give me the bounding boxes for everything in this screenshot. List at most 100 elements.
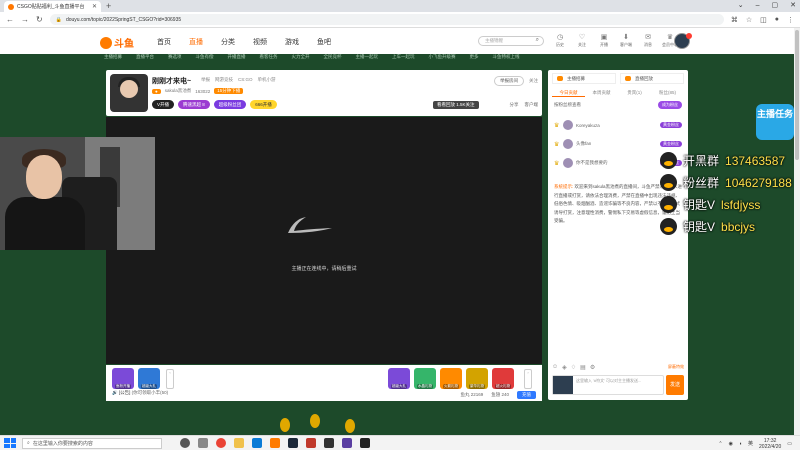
- subnav-item[interactable]: 上车一起玩: [392, 54, 415, 62]
- reload-icon[interactable]: ↻: [36, 15, 43, 24]
- gift-scroll-right[interactable]: ›: [524, 369, 532, 389]
- fan-badge-icon[interactable]: ♢: [571, 364, 576, 371]
- video-player[interactable]: 主播正在连线中，请稍后重试: [106, 117, 542, 364]
- clock[interactable]: 17:32 2022/4/20: [759, 438, 781, 450]
- messages-button[interactable]: ✉ 消息: [641, 33, 655, 48]
- gift-item[interactable]: 水晶礼物: [414, 368, 436, 389]
- chevron-down-icon[interactable]: ⌄: [738, 0, 744, 12]
- recruit-tab[interactable]: 主播招募: [552, 73, 616, 84]
- subnav-item[interactable]: 斗鱼有偿: [196, 54, 214, 62]
- pill-vip[interactable]: V开播: [152, 100, 175, 109]
- nav-live[interactable]: 直播: [189, 37, 221, 47]
- gift-item[interactable]: 超级大礼: [388, 368, 410, 389]
- pill-rank[interactable]: 腾速黑超 8: [178, 100, 210, 109]
- close-tab-icon[interactable]: ✕: [92, 3, 97, 10]
- extension-icon[interactable]: ◫: [760, 16, 767, 24]
- follow-count[interactable]: 关注: [529, 78, 538, 84]
- search-input[interactable]: 主播锦鲤 ⌕: [478, 36, 544, 46]
- user-avatar[interactable]: [674, 33, 692, 49]
- pill-stream[interactable]: 666开播: [250, 100, 277, 109]
- scrollbar-thumb[interactable]: [795, 30, 799, 160]
- client-button[interactable]: ⬇ 客户端: [619, 33, 633, 48]
- notification-icon[interactable]: ▭: [787, 441, 792, 447]
- tab-vip[interactable]: 贵宾(1): [618, 88, 651, 97]
- url-field[interactable]: 🔒 douyu.com/topic/2022SpringST_CSGO?rid=…: [49, 14, 724, 25]
- report-link[interactable]: 举报: [201, 77, 210, 83]
- network-icon[interactable]: ◉: [729, 441, 733, 447]
- emoji-icon[interactable]: ☺: [552, 364, 558, 371]
- taskbar-search[interactable]: ⌕ 在这里输入你要搜索的内容: [22, 437, 162, 449]
- windows-start-icon[interactable]: [4, 438, 16, 448]
- subnav-item[interactable]: 小飞鱼升级赛: [429, 54, 456, 62]
- chrome-icon[interactable]: [216, 438, 226, 448]
- streamer-name[interactable]: sakula黑池煮: [165, 88, 192, 94]
- subcategory-link[interactable]: 单机小游: [258, 77, 276, 83]
- volume-icon[interactable]: ◖: [739, 441, 742, 447]
- app-icon[interactable]: [324, 438, 334, 448]
- gift-item[interactable]: 豪华礼物: [466, 368, 488, 389]
- image-icon[interactable]: ▤: [580, 364, 586, 371]
- obs-icon[interactable]: [360, 438, 370, 448]
- report-room-button[interactable]: 举报房间: [494, 76, 524, 86]
- folder-icon[interactable]: [234, 438, 244, 448]
- tab-today[interactable]: 今日贡献: [552, 88, 585, 97]
- gift-item[interactable]: 鱼粉开播: [112, 368, 134, 389]
- share-button[interactable]: 分享: [510, 102, 519, 108]
- settings-icon[interactable]: ⚙: [590, 364, 595, 371]
- subnav-item[interactable]: 直播平台: [136, 54, 154, 62]
- browser-tab[interactable]: CSGO贴贴福利_斗鱼直播平台 ✕: [4, 1, 101, 12]
- maximize-icon[interactable]: ▢: [772, 0, 779, 12]
- gift-item[interactable]: 火箭礼物: [440, 368, 462, 389]
- page-scrollbar[interactable]: [794, 28, 800, 435]
- app-icon[interactable]: [342, 438, 352, 448]
- subnav-item[interactable]: 开播直播: [228, 54, 246, 62]
- star-icon[interactable]: ☆: [746, 16, 752, 24]
- tray-arrow-icon[interactable]: ⌃: [718, 441, 722, 447]
- task-view-icon[interactable]: [198, 438, 208, 448]
- client-download-button[interactable]: 客户端: [525, 102, 539, 108]
- subnav-item[interactable]: 火力全开: [292, 54, 310, 62]
- replay-tag[interactable]: 看看回放 1.5K关注: [433, 101, 479, 109]
- search-icon[interactable]: ⌕: [536, 37, 539, 44]
- nav-home[interactable]: 首页: [157, 37, 189, 47]
- nav-fishbar[interactable]: 鱼吧: [317, 37, 349, 47]
- app-icon[interactable]: [252, 438, 262, 448]
- nav-games[interactable]: 游戏: [285, 37, 317, 47]
- tab-week[interactable]: 本周贡献: [585, 88, 618, 97]
- subnav-item[interactable]: 全民竞杯: [324, 54, 342, 62]
- subnav-item[interactable]: 主播招募: [104, 54, 122, 62]
- rank-row[interactable]: ♛ Koreyakuza 黄金粉丝: [554, 118, 682, 132]
- new-tab-icon[interactable]: +: [106, 1, 111, 11]
- cortana-icon[interactable]: [180, 438, 190, 448]
- follow-button[interactable]: ♡ 关注: [575, 33, 589, 48]
- recharge-button[interactable]: 充值: [517, 391, 536, 399]
- rank-row[interactable]: ♛ 头像fan 黄金粉丝: [554, 137, 682, 151]
- gift-icon[interactable]: ◈: [562, 364, 567, 371]
- pill-fanclub[interactable]: 超级粉丝团: [213, 100, 247, 109]
- nav-video[interactable]: 视频: [253, 37, 285, 47]
- gift-scroll-left[interactable]: ‹: [166, 369, 174, 389]
- subnav-item[interactable]: 更多: [470, 54, 479, 62]
- nav-category[interactable]: 分类: [221, 37, 253, 47]
- douyu-app-icon[interactable]: [270, 438, 280, 448]
- streamer-avatar[interactable]: [110, 74, 148, 112]
- back-icon[interactable]: ←: [6, 15, 14, 24]
- streamer-task-badge[interactable]: 主播任务: [756, 104, 794, 140]
- translate-icon[interactable]: ⌘: [731, 16, 738, 24]
- tab-fans[interactable]: 粉丝(85): [651, 88, 684, 97]
- subnav-item[interactable]: 主播一起玩: [356, 54, 379, 62]
- ime-indicator[interactable]: 英: [748, 440, 753, 447]
- gift-item[interactable]: 超级大礼: [138, 368, 160, 389]
- forward-icon[interactable]: →: [21, 15, 29, 24]
- minimize-icon[interactable]: –: [756, 0, 760, 12]
- chat-input[interactable]: 这里输入 '#符文' 可以对主主播发送...: [552, 375, 664, 395]
- steam-icon[interactable]: [288, 438, 298, 448]
- subnav-item[interactable]: 斗鱼特权上线: [493, 54, 520, 62]
- profile-icon[interactable]: ●: [775, 16, 779, 23]
- category-link[interactable]: 网游竞技: [215, 77, 233, 83]
- game-link[interactable]: CS:GO: [238, 77, 253, 83]
- close-window-icon[interactable]: ✕: [790, 0, 796, 12]
- block-effects-link[interactable]: 屏蔽特效: [668, 364, 684, 371]
- send-button[interactable]: 发送: [666, 375, 684, 395]
- app-icon[interactable]: [306, 438, 316, 448]
